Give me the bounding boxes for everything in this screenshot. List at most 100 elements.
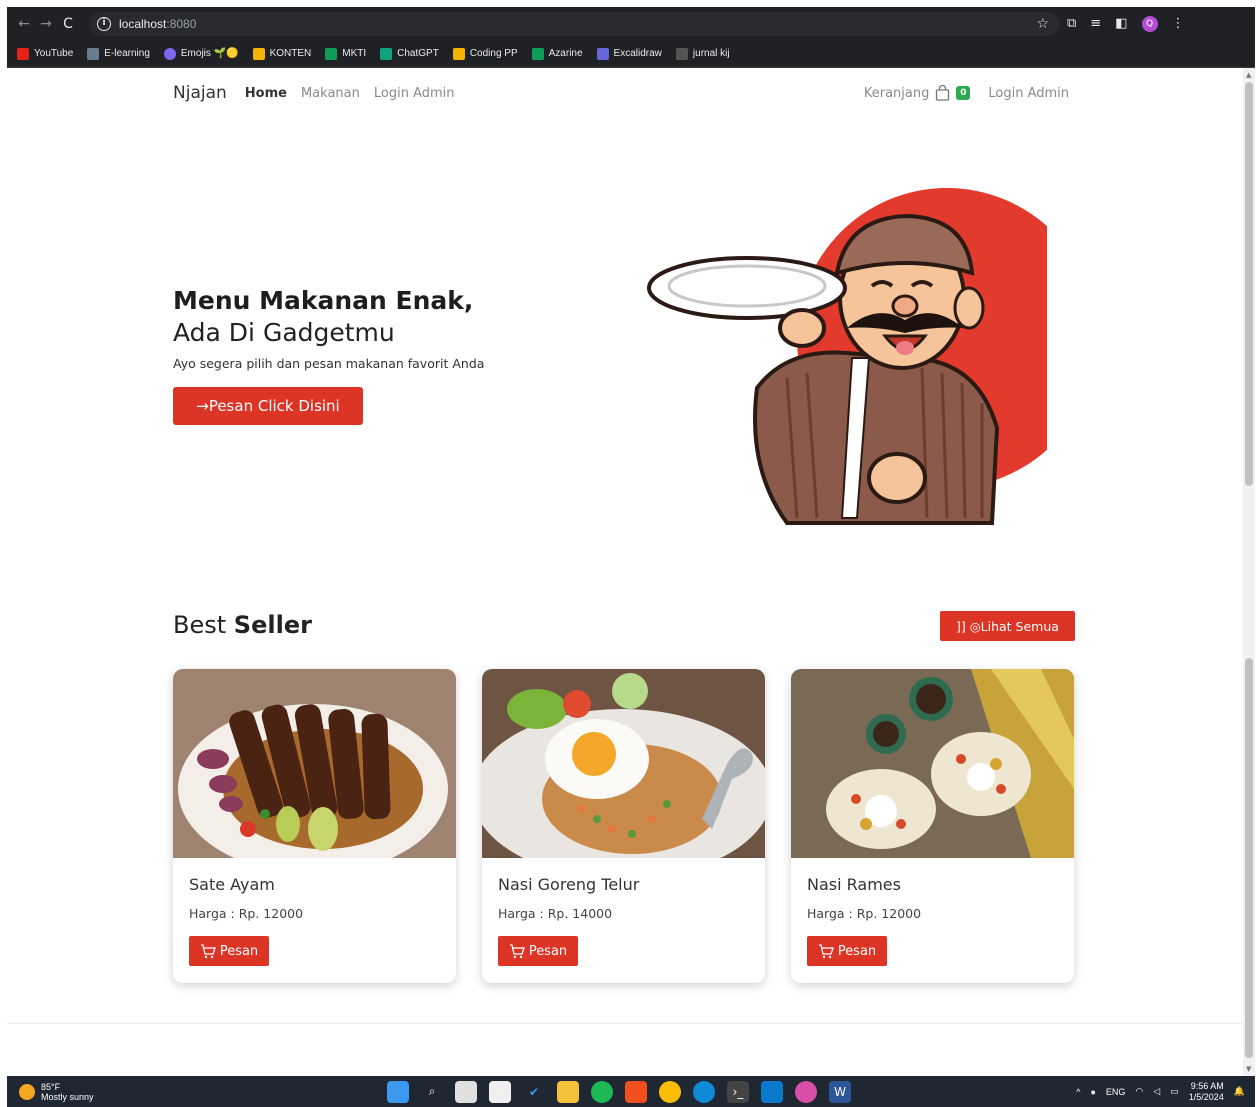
product-price: Harga : Rp. 12000 bbox=[189, 906, 304, 921]
bookmark-chatgpt[interactable]: ChatGPT bbox=[380, 47, 439, 60]
reload-icon[interactable]: C bbox=[57, 16, 79, 32]
scroll-up-icon[interactable]: ▲ bbox=[1246, 71, 1251, 79]
order-now-button[interactable]: →Pesan Click Disini bbox=[173, 387, 363, 425]
cart-icon bbox=[509, 943, 525, 958]
document-icon bbox=[675, 47, 688, 60]
order-button[interactable]: Pesan bbox=[807, 936, 887, 966]
brand-logo[interactable]: Njajan bbox=[173, 83, 227, 103]
system-tray: ^ ● ENG ◠ ◁ ▭ 9:56 AM 1/5/2024 🔔 bbox=[1076, 1081, 1245, 1103]
scroll-thumb[interactable] bbox=[1245, 82, 1253, 486]
weather-condition: Mostly sunny bbox=[41, 1091, 94, 1102]
bookmark-star-icon[interactable]: ☆ bbox=[1036, 16, 1049, 32]
chrome-icon[interactable] bbox=[659, 1080, 681, 1103]
site-info-icon[interactable]: i bbox=[97, 16, 111, 31]
bookmark-mkti[interactable]: MKTI bbox=[325, 47, 366, 60]
sheets-icon bbox=[531, 47, 544, 60]
back-icon[interactable]: ← bbox=[13, 16, 35, 32]
todo-icon[interactable]: ✔ bbox=[523, 1081, 545, 1103]
product-card: Nasi Rames Harga : Rp. 12000 Pesan bbox=[791, 669, 1074, 983]
nav-link-home[interactable]: Home bbox=[245, 86, 287, 101]
scroll-track-segment[interactable] bbox=[1245, 658, 1253, 1058]
bookmarks-bar: YouTube E-learning Emojis 🌱🟡 KONTEN MKTI… bbox=[7, 40, 1255, 68]
cart-link[interactable]: Keranjang bbox=[864, 86, 930, 101]
product-name: Sate Ayam bbox=[189, 875, 275, 894]
see-all-button[interactable]: ]] ◎Lihat Semua bbox=[940, 611, 1075, 641]
nav-link-login-admin[interactable]: Login Admin bbox=[374, 86, 455, 101]
nav-login-admin-right[interactable]: Login Admin bbox=[988, 86, 1069, 101]
chatgpt-icon bbox=[380, 47, 393, 60]
profile-avatar[interactable]: Q bbox=[1141, 15, 1158, 32]
windows-start-icon[interactable] bbox=[387, 1080, 409, 1103]
product-card: Sate Ayam Harga : Rp. 12000 Pesan bbox=[173, 669, 456, 983]
reading-list-icon[interactable]: ≡ bbox=[1090, 16, 1101, 31]
order-button[interactable]: Pesan bbox=[498, 936, 578, 966]
product-name: Nasi Rames bbox=[807, 875, 901, 894]
bookmark-konten[interactable]: KONTEN bbox=[252, 47, 311, 60]
product-price: Harga : Rp. 12000 bbox=[807, 906, 922, 921]
notification-bell-icon[interactable]: 🔔 bbox=[1234, 1086, 1245, 1097]
forward-icon[interactable]: → bbox=[35, 16, 57, 32]
bookmark-azarine[interactable]: Azarine bbox=[531, 47, 583, 60]
os-taskbar: 85°F Mostly sunny ⌕ ✔ ›_ W ^ ● ENG ◠ ◁ ▭ … bbox=[7, 1076, 1255, 1107]
sun-icon bbox=[19, 1083, 35, 1100]
chevron-up-icon[interactable]: ^ bbox=[1076, 1087, 1080, 1097]
drive-icon bbox=[452, 47, 465, 60]
store-icon[interactable] bbox=[489, 1080, 511, 1103]
excalidraw-icon bbox=[596, 47, 609, 60]
taskbar-apps: ⌕ ✔ ›_ W bbox=[387, 1080, 851, 1103]
drive-icon bbox=[252, 47, 265, 60]
product-name: Nasi Goreng Telur bbox=[498, 875, 640, 894]
search-icon[interactable]: ⌕ bbox=[421, 1081, 443, 1103]
volume-icon[interactable]: ◁ bbox=[1153, 1086, 1160, 1097]
footer-divider bbox=[7, 1023, 1243, 1024]
order-button[interactable]: Pesan bbox=[189, 936, 269, 966]
terminal-icon[interactable]: ›_ bbox=[727, 1080, 749, 1103]
nav-link-makanan[interactable]: Makanan bbox=[301, 86, 360, 101]
url-host: localhost bbox=[119, 16, 167, 31]
bookmark-coding-pp[interactable]: Coding PP bbox=[452, 47, 518, 60]
bookmark-emojis[interactable]: Emojis 🌱🟡 bbox=[163, 47, 239, 60]
page-scrollbar[interactable]: ▲ ▼ bbox=[1243, 68, 1255, 1076]
address-bar[interactable]: i localhost:8080 ☆ bbox=[89, 11, 1059, 36]
product-price: Harga : Rp. 14000 bbox=[498, 906, 613, 921]
task-view-icon[interactable] bbox=[455, 1080, 477, 1103]
bookmark-jurnal-kij[interactable]: jurnal kij bbox=[675, 47, 730, 60]
elearning-icon bbox=[87, 47, 100, 60]
best-seller-heading: Best Seller bbox=[173, 611, 312, 639]
word-icon[interactable]: W bbox=[829, 1080, 851, 1103]
cart-icon bbox=[818, 943, 834, 958]
url-port: :8080 bbox=[166, 16, 197, 31]
bookmark-youtube[interactable]: YouTube bbox=[17, 47, 73, 60]
bookmark-excalidraw[interactable]: Excalidraw bbox=[596, 47, 662, 60]
site-navbar: Njajan Home Makanan Login Admin Keranjan… bbox=[173, 82, 1069, 104]
bookmark-elearning[interactable]: E-learning bbox=[87, 47, 150, 60]
product-card: Nasi Goreng Telur Harga : Rp. 14000 Pesa… bbox=[482, 669, 765, 983]
clock[interactable]: 9:56 AM 1/5/2024 bbox=[1189, 1081, 1224, 1103]
file-explorer-icon[interactable] bbox=[557, 1080, 579, 1103]
edge-icon[interactable] bbox=[693, 1080, 715, 1103]
cart-icon bbox=[200, 943, 216, 958]
figma-icon[interactable] bbox=[625, 1080, 647, 1103]
language-indicator[interactable]: ENG bbox=[1106, 1087, 1126, 1097]
scroll-down-icon[interactable]: ▼ bbox=[1246, 1065, 1251, 1073]
vscode-icon[interactable] bbox=[761, 1080, 783, 1103]
shopping-bag-icon[interactable] bbox=[935, 85, 950, 101]
tray-app-icon[interactable]: ● bbox=[1090, 1087, 1095, 1097]
nasi-goreng-photo bbox=[482, 669, 765, 879]
nasi-rames-photo bbox=[791, 669, 1074, 858]
hero-title: Menu Makanan Enak, bbox=[173, 286, 474, 315]
battery-icon[interactable]: ▭ bbox=[1170, 1086, 1179, 1097]
weather-widget[interactable]: 85°F Mostly sunny bbox=[19, 1082, 94, 1102]
wifi-icon[interactable]: ◠ bbox=[1135, 1086, 1143, 1097]
extensions-icon[interactable]: ⧉ bbox=[1067, 16, 1076, 31]
spotify-icon[interactable] bbox=[591, 1080, 613, 1103]
menu-icon[interactable]: ⋮ bbox=[1172, 16, 1185, 31]
side-panel-icon[interactable]: ◧ bbox=[1115, 16, 1127, 31]
browser-toolbar: ← → C i localhost:8080 ☆ ⧉ ≡ ◧ Q ⋮ bbox=[7, 7, 1255, 40]
cart-count-badge: 0 bbox=[956, 86, 971, 100]
sheets-icon bbox=[325, 47, 338, 60]
web-page: Njajan Home Makanan Login Admin Keranjan… bbox=[7, 68, 1243, 1076]
emojis-icon bbox=[163, 47, 176, 60]
sate-ayam-photo bbox=[173, 669, 456, 874]
chrome-profile-icon[interactable] bbox=[795, 1080, 817, 1103]
